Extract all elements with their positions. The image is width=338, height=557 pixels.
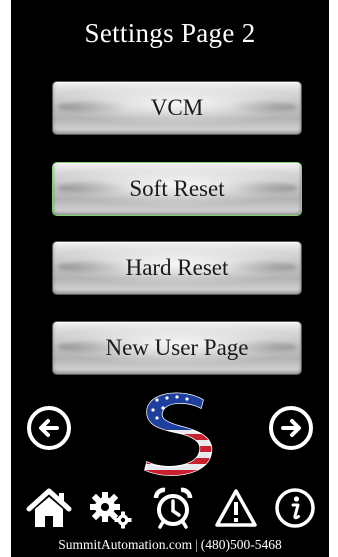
hard-reset-button[interactable]: Hard Reset <box>53 242 301 294</box>
new-user-page-button[interactable]: New User Page <box>53 322 301 374</box>
vcm-button-label: VCM <box>150 95 204 120</box>
summit-automation-logo <box>144 392 213 476</box>
previous-page-button[interactable] <box>27 406 71 450</box>
hard-reset-button-label: Hard Reset <box>125 255 229 280</box>
footer-phone: (480)500-5468 <box>200 537 282 552</box>
next-page-button[interactable] <box>269 406 313 450</box>
alarm-clock-icon[interactable] <box>152 487 194 529</box>
page-title: Settings Page 2 <box>84 18 256 48</box>
hmi-screen: Settings Page 2 VCM Soft Reset Hard Rese… <box>11 0 329 557</box>
info-icon[interactable] <box>274 487 316 529</box>
gears-icon[interactable] <box>89 487 133 529</box>
home-icon[interactable] <box>25 487 73 529</box>
warning-icon[interactable] <box>214 487 258 529</box>
new-user-page-button-label: New User Page <box>105 335 249 360</box>
footer-contact: SummitAutomation.com | (480)500-5468 <box>11 537 329 553</box>
footer-website: SummitAutomation.com <box>58 537 193 552</box>
footer-separator: | <box>195 537 198 552</box>
soft-reset-button-label: Soft Reset <box>129 176 225 201</box>
soft-reset-button[interactable]: Soft Reset <box>53 163 301 215</box>
arrow-left-icon <box>39 419 59 437</box>
vcm-button[interactable]: VCM <box>53 82 301 134</box>
arrow-right-icon <box>281 419 301 437</box>
